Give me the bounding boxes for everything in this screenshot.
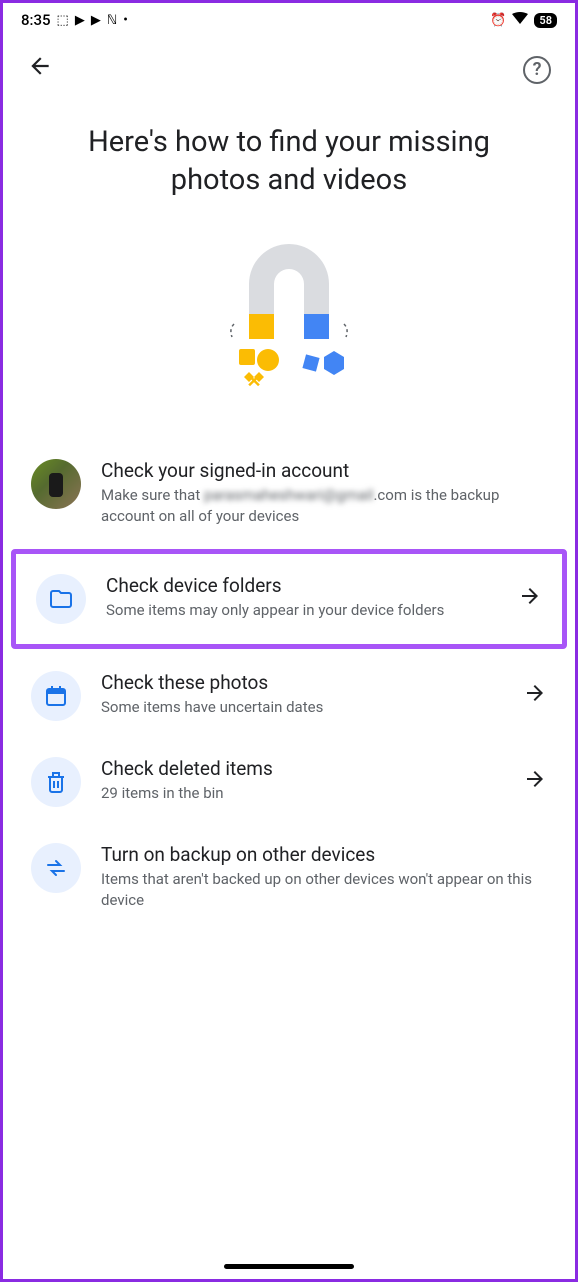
check-account-item[interactable]: Check your signed-in account Make sure t… (3, 441, 575, 545)
notification-icon: ℕ (107, 13, 117, 28)
check-deleted-item[interactable]: Check deleted items 29 items in the bin (3, 739, 575, 825)
status-bar: 8:35 ⬚ ▶ ▶ ℕ • ⏰ 58 (3, 3, 575, 33)
backup-devices-item[interactable]: Turn on backup on other devices Items th… (3, 825, 575, 929)
svg-text:✕: ✕ (246, 371, 261, 392)
item-title: Check device folders (106, 574, 498, 597)
chevron-right-icon (518, 584, 542, 614)
list-container: Check your signed-in account Make sure t… (3, 429, 575, 941)
trash-icon (31, 757, 81, 807)
item-content: Check these photos Some items have uncer… (101, 671, 503, 718)
item-title: Turn on backup on other devices (101, 843, 547, 866)
youtube-icon-2: ▶ (91, 13, 101, 28)
wifi-icon (512, 12, 528, 28)
home-indicator[interactable] (224, 1264, 354, 1269)
status-time: 8:35 (21, 11, 51, 29)
youtube-icon: ▶ (75, 13, 85, 28)
battery-indicator: 58 (534, 13, 557, 28)
item-subtitle: Some items may only appear in your devic… (106, 600, 498, 621)
item-title: Check deleted items (101, 757, 503, 780)
status-left: 8:35 ⬚ ▶ ▶ ℕ • (21, 11, 128, 29)
item-content: Check deleted items 29 items in the bin (101, 757, 503, 804)
dot-icon: • (123, 13, 128, 28)
alarm-icon: ⏰ (490, 13, 506, 28)
chevron-right-icon (523, 681, 547, 711)
item-subtitle: Items that aren't backed up on other dev… (101, 869, 547, 911)
back-button[interactable] (27, 53, 53, 86)
item-subtitle: Make sure that parasmaheshwari@gmail.com… (101, 485, 547, 527)
header: ? (3, 33, 575, 94)
hero-illustration: ✕ (3, 219, 575, 429)
calendar-icon (31, 671, 81, 721)
sync-icon (31, 843, 81, 893)
item-subtitle: 29 items in the bin (101, 783, 503, 804)
item-subtitle: Some items have uncertain dates (101, 697, 503, 718)
page-title: Here's how to find your missing photos a… (3, 94, 575, 219)
check-photos-item[interactable]: Check these photos Some items have uncer… (3, 653, 575, 739)
folder-icon (36, 574, 86, 624)
status-right: ⏰ 58 (490, 12, 557, 28)
cast-icon: ⬚ (57, 13, 69, 28)
item-content: Turn on backup on other devices Items th… (101, 843, 547, 911)
avatar-icon (31, 459, 81, 509)
item-content: Check your signed-in account Make sure t… (101, 459, 547, 527)
item-content: Check device folders Some items may only… (106, 574, 498, 621)
chevron-right-icon (523, 767, 547, 797)
item-title: Check your signed-in account (101, 459, 547, 482)
help-button[interactable]: ? (523, 56, 551, 84)
check-device-folders-item[interactable]: Check device folders Some items may only… (11, 549, 567, 649)
item-title: Check these photos (101, 671, 503, 694)
